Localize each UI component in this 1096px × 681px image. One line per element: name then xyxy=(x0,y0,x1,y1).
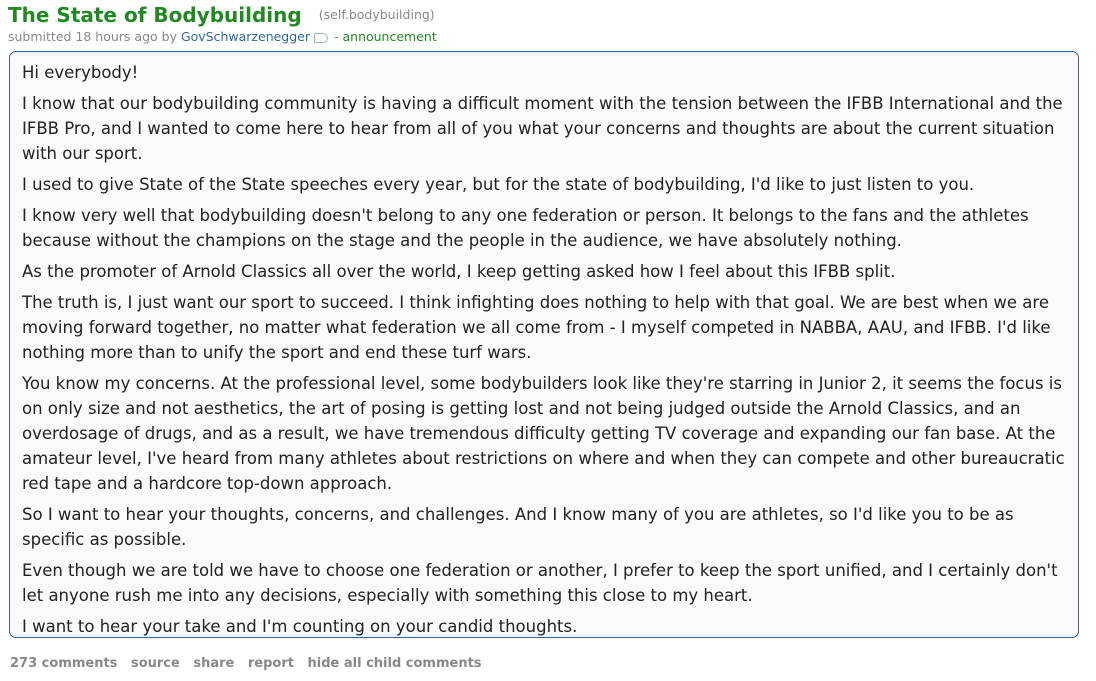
post-paragraph: I want to hear your take and I'm countin… xyxy=(22,617,578,636)
tag-icon xyxy=(314,33,328,43)
tagline-separator: - xyxy=(333,29,339,44)
post-tagline: submitted 18 hours ago by GovSchwarzeneg… xyxy=(8,29,437,44)
submitted-text: submitted 18 hours ago by xyxy=(8,29,177,44)
post-paragraph: I used to give State of the State speech… xyxy=(22,175,975,194)
post-paragraph: So I want to hear your thoughts, concern… xyxy=(22,505,1014,549)
post-paragraph: As the promoter of Arnold Classics all o… xyxy=(22,262,896,281)
post-paragraph: Even though we are told we have to choos… xyxy=(22,561,1058,605)
share-link[interactable]: share xyxy=(193,656,234,671)
post-actions: 273 comments source share report hide al… xyxy=(10,656,491,671)
report-link[interactable]: report xyxy=(248,656,294,671)
hide-child-comments-link[interactable]: hide all child comments xyxy=(308,656,482,671)
post-title[interactable]: The State of Bodybuilding xyxy=(8,3,302,27)
source-link[interactable]: source xyxy=(131,656,180,671)
post-body: Hi everybody! I know that our bodybuildi… xyxy=(9,51,1079,638)
post-paragraph: I know that our bodybuilding community i… xyxy=(22,94,1063,163)
author-link[interactable]: GovSchwarzenegger xyxy=(181,29,310,44)
post-paragraph: I know very well that bodybuilding doesn… xyxy=(22,206,1029,250)
post-paragraph: The truth is, I just want our sport to s… xyxy=(22,293,1051,362)
announcement-flair: announcement xyxy=(342,29,437,44)
post-paragraph: You know my concerns. At the professiona… xyxy=(22,374,1065,493)
post-paragraph: Hi everybody! xyxy=(22,63,139,82)
post-domain[interactable]: (self.bodybuilding) xyxy=(319,7,435,22)
comments-link[interactable]: 273 comments xyxy=(10,656,117,671)
title-row: The State of Bodybuilding (self.bodybuil… xyxy=(8,3,435,27)
